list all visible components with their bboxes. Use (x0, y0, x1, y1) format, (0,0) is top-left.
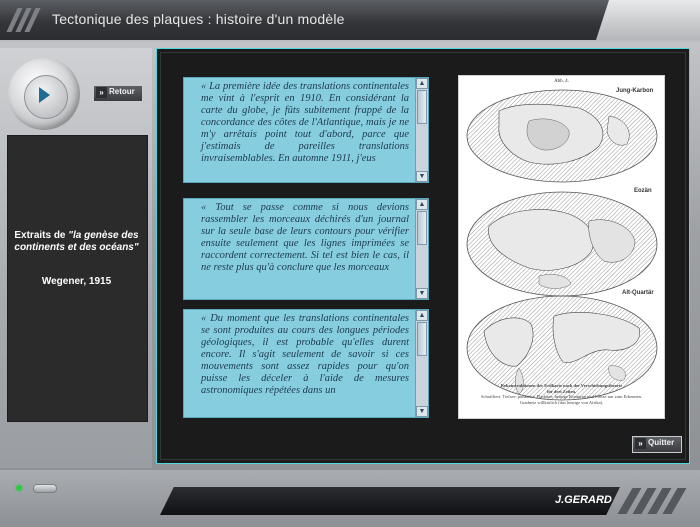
scroll-up-icon[interactable]: ▲ (416, 78, 428, 89)
double-chevron-icon: » (96, 87, 107, 98)
scroll-thumb[interactable] (417, 322, 427, 356)
stripes-decoration (617, 488, 690, 514)
scroll-down-icon[interactable]: ▼ (416, 288, 428, 299)
source-title: Extraits de "la genèse des continents et… (12, 230, 141, 254)
quote-scrollbar[interactable]: ▲ ▼ (415, 78, 428, 182)
scroll-up-icon[interactable]: ▲ (416, 199, 428, 210)
quote-box[interactable]: « La première idée des translations cont… (183, 77, 429, 183)
quote-text: « Du moment que les translations contine… (201, 313, 409, 396)
title-bar: Tectonique des plaques : histoire d'un m… (0, 0, 700, 42)
scroll-up-icon[interactable]: ▲ (416, 310, 428, 321)
quote-text: « Tout se passe comme si nous devions ra… (201, 202, 409, 273)
author-credit: J.GERARD (555, 494, 612, 506)
wegener-map-figure: Abb. 4. Jung-Karbon Eozän Alt-Quartär Re… (458, 75, 665, 419)
quote-box[interactable]: « Tout se passe comme si nous devions ra… (183, 198, 429, 300)
quote-box[interactable]: « Du moment que les translations contine… (183, 309, 429, 418)
quote-scrollbar[interactable]: ▲ ▼ (415, 310, 428, 417)
scroll-down-icon[interactable]: ▼ (416, 171, 428, 182)
caption-line: Gradnetz willkürlich (das heutige von Af… (519, 399, 604, 405)
status-led-icon (16, 485, 22, 491)
source-author: Wegener, 1915 (41, 276, 112, 287)
map-label: Alt-Quartär (622, 290, 654, 296)
figure-caption: Rekonstruktionen der Erdkarte nach der V… (459, 383, 664, 405)
back-button[interactable]: » Retour (93, 85, 143, 102)
scroll-down-icon[interactable]: ▼ (416, 406, 428, 417)
quit-button[interactable]: » Quitter (632, 436, 682, 453)
app-title: Tectonique des plaques : histoire d'un m… (52, 11, 345, 27)
author-bar (160, 487, 620, 515)
quote-text: « La première idée des translations cont… (201, 81, 409, 164)
quote-scrollbar[interactable]: ▲ ▼ (415, 199, 428, 299)
stripes-decoration (6, 8, 41, 32)
map-eozan (466, 191, 658, 297)
map-label: Jung-Karbon (616, 88, 654, 94)
titlebar-chrome (596, 0, 700, 40)
quit-button-label: Quitter (648, 438, 675, 447)
double-chevron-icon: » (635, 438, 646, 449)
slot-indicator (33, 484, 57, 493)
play-icon[interactable] (39, 87, 50, 103)
back-button-label: Retour (109, 87, 135, 96)
source-prefix: Extraits de (14, 230, 69, 241)
map-label: Eozän (634, 188, 652, 194)
scroll-thumb[interactable] (417, 90, 427, 124)
scroll-thumb[interactable] (417, 211, 427, 245)
caption-line: Schraffiert: Tiefsee; punktiert: Flachse… (480, 394, 642, 399)
map-jung-karbon (466, 89, 658, 183)
world-map-reconstructions (466, 89, 658, 401)
